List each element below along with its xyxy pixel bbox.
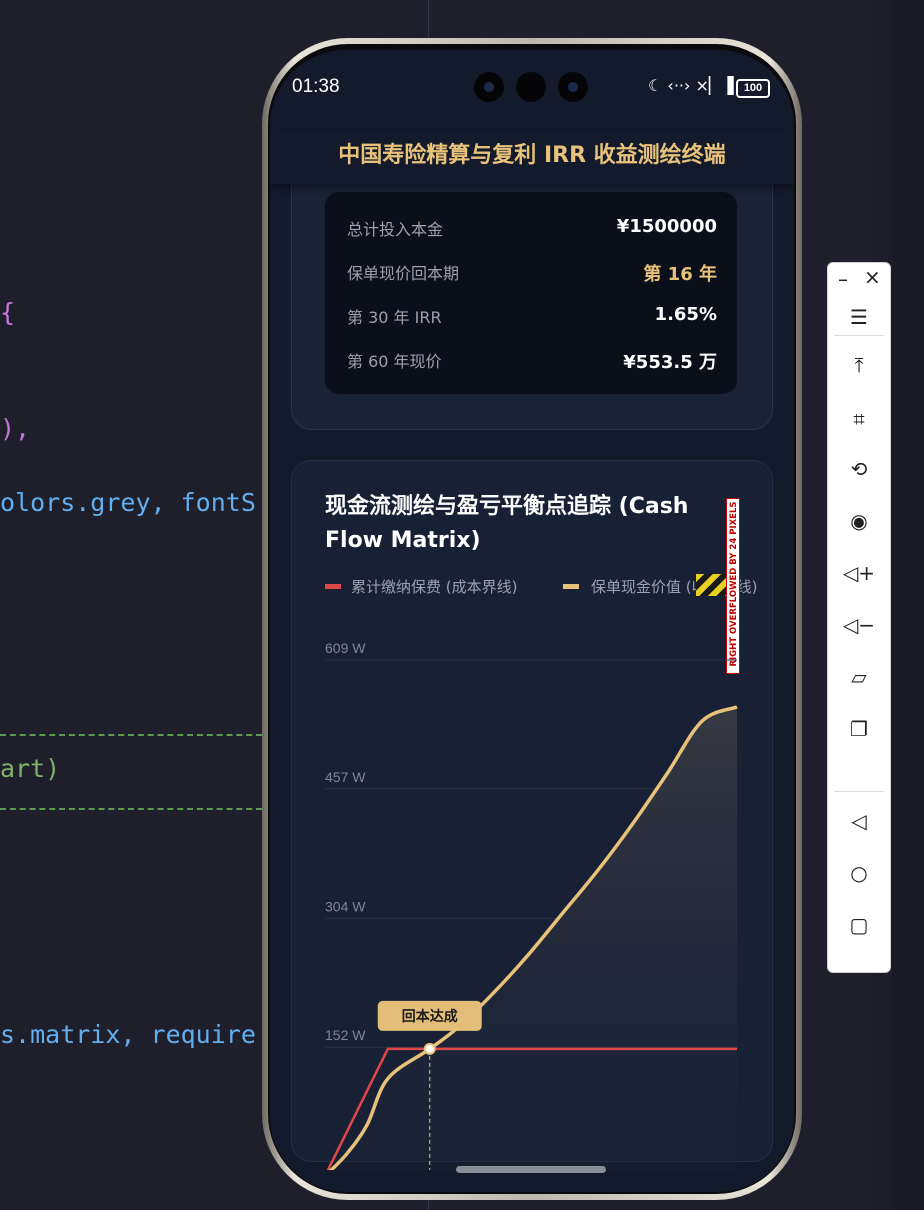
close-icon[interactable]: × — [864, 265, 881, 289]
volume-up-icon[interactable]: ◁+ — [828, 559, 890, 587]
app-header: 中国寿险精算与复利 IRR 收益测绘终端 — [270, 130, 794, 184]
summary-value: ¥553.5 万 — [623, 352, 717, 373]
screen-record-icon[interactable]: ◉ — [828, 507, 890, 535]
summary-value: 1.65% — [654, 304, 717, 325]
front-camera-icon — [558, 72, 588, 102]
recents-icon[interactable]: ▢ — [828, 911, 890, 939]
battery-icon: 100 — [736, 79, 770, 98]
phone-screen: 01:38 ☾ ‹··› ×▏▐ 100 中国寿险精算与复利 IRR 收益测绘终… — [270, 50, 794, 1192]
code-line: { — [0, 298, 16, 327]
summary-row: 第 30 年 IRR 1.65% — [347, 304, 717, 332]
status-icons: ☾ ‹··› ×▏▐ — [648, 76, 734, 95]
y-tick-label: 304 W — [325, 898, 366, 914]
code-line: olors.grey, fontS — [0, 488, 256, 517]
page-title: 中国寿险精算与复利 IRR 收益测绘终端 — [338, 143, 726, 168]
code-divider — [0, 734, 262, 736]
emulator-toolbar: – × ☰ ⤒ ⌗ ⟲ ◉ ◁+ ◁− ▱ ❐ ◁ ○ ▢ — [827, 262, 891, 973]
pin-top-icon[interactable]: ⤒ — [828, 351, 890, 379]
cash-flow-chart: 609 W457 W304 W152 W 回本达成 第 10 年第 20 年第 … — [325, 640, 738, 1170]
legend-swatch-value — [563, 584, 579, 589]
code-editor: { ), olors.grey, fontS art) s.matrix, re… — [0, 0, 262, 1210]
back-icon[interactable]: ◁ — [828, 807, 890, 835]
side-panel — [892, 0, 924, 1210]
y-tick-label: 152 W — [325, 1027, 366, 1043]
volume-down-icon[interactable]: ◁− — [828, 611, 890, 639]
overflow-stripes — [696, 574, 728, 596]
multi-device-icon[interactable]: ❐ — [828, 715, 890, 743]
home-indicator[interactable] — [456, 1166, 606, 1173]
minimize-icon[interactable]: – — [838, 267, 848, 291]
summary-label: 保单现价回本期 — [347, 264, 460, 283]
chart-title: 现金流测绘与盈亏平衡点追踪 (Cash Flow Matrix) — [325, 490, 735, 558]
legend-label: 累计缴纳保费 (成本界线) — [351, 578, 518, 596]
code-line: art) — [0, 754, 61, 783]
value-area — [331, 707, 737, 1170]
summary-value: ¥1500000 — [616, 216, 717, 237]
rotate-icon[interactable]: ⟲ — [828, 455, 890, 483]
front-camera-icon — [474, 72, 504, 102]
front-sensor-icon — [516, 72, 546, 102]
y-tick-label: 609 W — [325, 640, 366, 656]
breakeven-point — [423, 1042, 436, 1055]
summary-row: 总计投入本金 ¥1500000 — [347, 216, 717, 244]
summary-label: 第 30 年 IRR — [347, 308, 442, 327]
status-bar: 01:38 ☾ ‹··› ×▏▐ 100 — [270, 50, 794, 130]
summary-panel: 总计投入本金 ¥1500000 保单现价回本期 第 16 年 第 30 年 IR… — [325, 192, 737, 394]
summary-label: 第 60 年现价 — [347, 352, 442, 371]
home-icon[interactable]: ○ — [828, 859, 890, 887]
breakeven-label: 回本达成 — [402, 1008, 458, 1025]
toolbar-divider — [834, 335, 884, 336]
code-line: ), — [0, 414, 31, 443]
menu-icon[interactable]: ☰ — [828, 303, 890, 331]
toolbar-divider — [834, 791, 884, 792]
shake-icon[interactable]: ▱ — [828, 663, 890, 691]
summary-label: 总计投入本金 — [347, 220, 444, 239]
legend-swatch-cost — [325, 584, 341, 589]
chart-title-line: 现金流测绘与盈亏平衡点追踪 (Cash — [325, 494, 689, 519]
y-tick-label: 457 W — [325, 769, 366, 785]
chart-title-line: Flow Matrix) — [325, 528, 481, 553]
code-divider — [0, 808, 262, 810]
summary-row: 第 60 年现价 ¥553.5 万 — [347, 348, 717, 376]
summary-value: 第 16 年 — [643, 264, 717, 285]
code-line: s.matrix, require — [0, 1020, 256, 1049]
summary-row: 保单现价回本期 第 16 年 — [347, 260, 717, 288]
status-time: 01:38 — [292, 76, 340, 97]
crop-icon[interactable]: ⌗ — [828, 405, 890, 433]
